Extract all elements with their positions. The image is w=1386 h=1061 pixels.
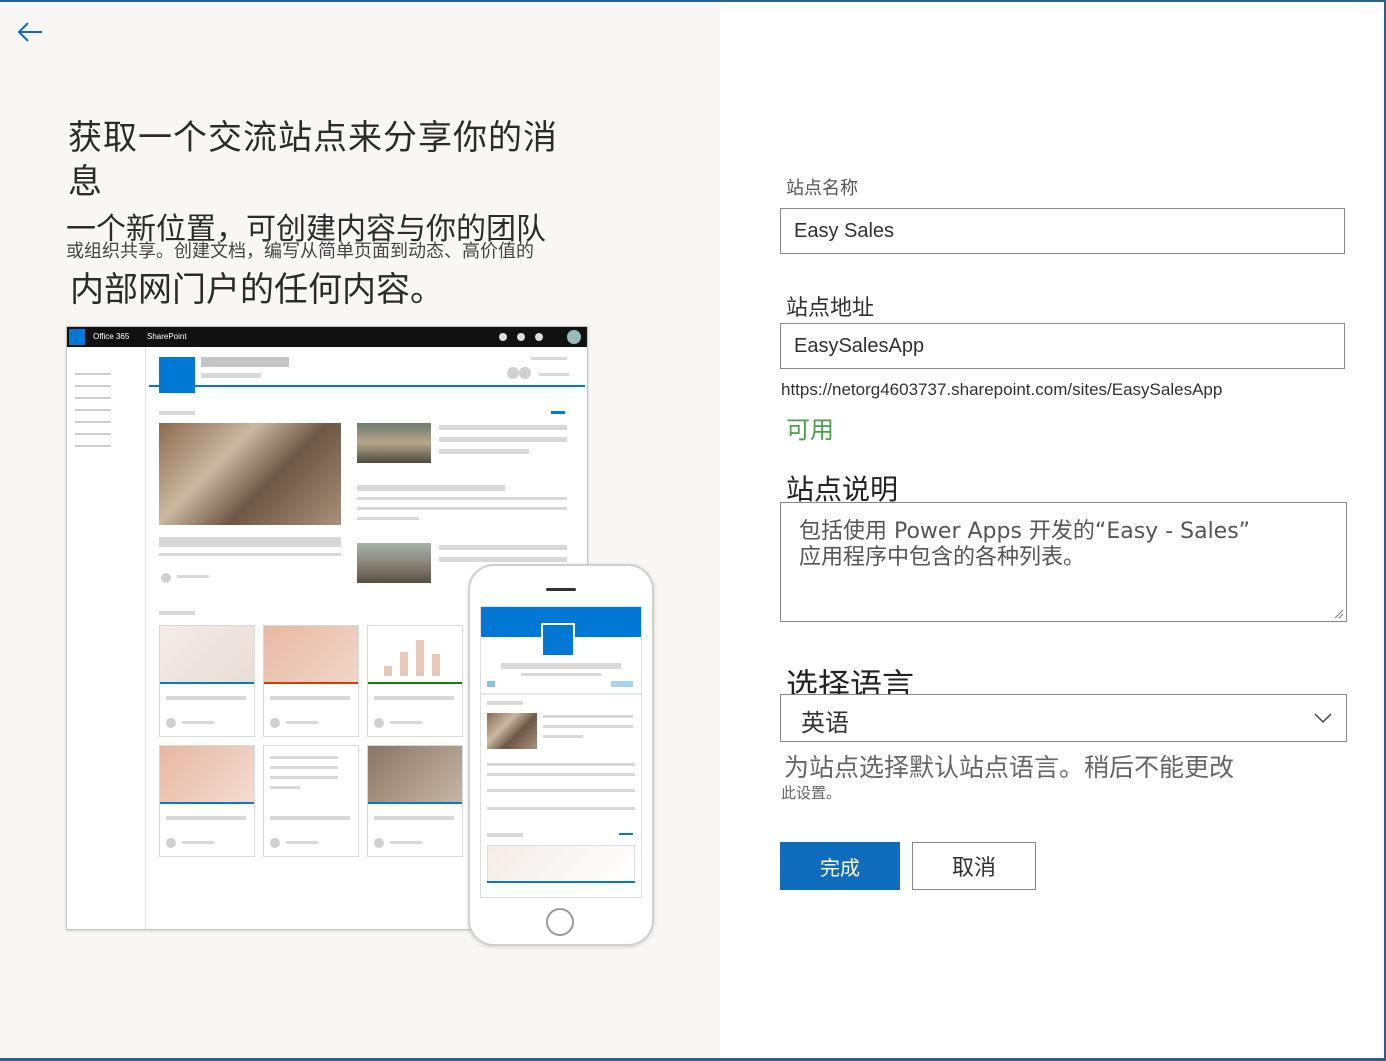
- phone-site-logo: [541, 623, 575, 657]
- nav-line: [75, 397, 111, 399]
- cancel-button[interactable]: 取消: [912, 842, 1036, 890]
- phone-screen: [480, 606, 642, 898]
- phone-card: [487, 845, 635, 883]
- placeholder-bar: [201, 357, 289, 367]
- placeholder-bar: [439, 449, 529, 454]
- placeholder-bar: [357, 517, 419, 520]
- hero-photo: [159, 423, 341, 525]
- placeholder-bar: [439, 545, 567, 550]
- placeholder-bar: [159, 537, 341, 547]
- nav-line: [75, 445, 111, 447]
- placeholder-dot: [161, 573, 171, 583]
- placeholder-bar: [487, 773, 635, 776]
- header-underline: [149, 385, 585, 387]
- nav-line: [75, 409, 111, 411]
- suite-icon: [499, 333, 507, 341]
- suite-app-name: Office 365: [93, 332, 130, 341]
- placeholder-bar: [201, 373, 261, 378]
- preview-card: [263, 745, 359, 857]
- finish-button[interactable]: 完成: [780, 842, 900, 890]
- placeholder-bar: [539, 373, 569, 376]
- placeholder-bar: [487, 833, 523, 837]
- description-line2: 应用程序中包含的各种列表。: [799, 545, 1086, 570]
- site-name-value: Easy Sales: [794, 220, 895, 242]
- placeholder-bar: [551, 411, 565, 414]
- site-address-input[interactable]: EasySalesApp: [780, 323, 1345, 369]
- back-arrow-icon[interactable]: [14, 16, 46, 48]
- placeholder-dot: [519, 367, 531, 379]
- language-selected-value: 英语: [801, 709, 849, 737]
- placeholder-bar: [357, 485, 505, 491]
- preview-left-nav: [67, 347, 146, 929]
- suite-bar: Office 365 SharePoint: [67, 327, 587, 347]
- news-photo: [357, 423, 431, 463]
- waffle-icon: [69, 329, 85, 345]
- preview-card: [367, 625, 463, 737]
- suite-icon: [517, 333, 525, 341]
- phone-speaker: [546, 588, 576, 591]
- language-hint-line2: 此设置。: [781, 784, 842, 802]
- placeholder-bar: [531, 357, 567, 360]
- preview-card: [263, 625, 359, 737]
- phone-photo: [487, 713, 537, 749]
- placeholder-bar: [159, 611, 195, 615]
- placeholder-bar: [501, 663, 621, 669]
- placeholder-bar: [357, 507, 567, 510]
- placeholder-bar: [487, 807, 635, 810]
- preview-card: [159, 745, 255, 857]
- phone-home-button: [546, 908, 574, 936]
- site-address-value: EasySalesApp: [794, 335, 925, 357]
- placeholder-bar: [481, 693, 641, 695]
- panel-desc-line2: 或组织共享。创建文档，编写从简单页面到动态、高价值的: [66, 241, 534, 262]
- site-logo-placeholder: [159, 357, 195, 393]
- placeholder-bar: [487, 881, 635, 883]
- avatar: [567, 330, 581, 344]
- phone-mockup: [468, 564, 654, 946]
- placeholder-bar: [439, 425, 567, 430]
- placeholder-bar: [543, 735, 583, 738]
- site-preview-illustration: Office 365 SharePoint: [66, 326, 656, 946]
- chevron-down-icon: [1314, 713, 1332, 724]
- placeholder-bar: [439, 557, 567, 562]
- placeholder-dot: [507, 367, 519, 379]
- placeholder-bar: [159, 411, 195, 415]
- preview-card: [159, 625, 255, 737]
- site-url-preview: https://netorg4603737.sharepoint.com/sit…: [781, 380, 1223, 399]
- placeholder-bar: [487, 681, 495, 687]
- placeholder-bar: [487, 789, 635, 792]
- resize-grip-icon[interactable]: [1332, 607, 1344, 619]
- site-description-textarea[interactable]: 包括使用 Power Apps 开发的“Easy - Sales” 应用程序中包…: [780, 502, 1347, 622]
- nav-line: [75, 373, 111, 375]
- placeholder-bar: [487, 701, 523, 705]
- nav-line: [75, 433, 111, 435]
- placeholder-bar: [177, 575, 209, 578]
- preview-card: [367, 745, 463, 857]
- placeholder-bar: [619, 833, 633, 835]
- news-photo: [357, 543, 431, 583]
- suite-product-name: SharePoint: [147, 332, 187, 341]
- placeholder-bar: [543, 725, 633, 728]
- nav-line: [75, 421, 111, 423]
- placeholder-bar: [159, 553, 341, 556]
- availability-status: 可用: [786, 416, 834, 444]
- panel-headline: 获取一个交流站点来分享你的消息: [68, 118, 558, 202]
- panel-desc-line3: 内部网门户的任何内容。: [70, 270, 444, 310]
- nav-line: [75, 385, 111, 387]
- placeholder-bar: [357, 497, 567, 500]
- site-address-label: 站点地址: [786, 296, 875, 321]
- placeholder-bar: [543, 715, 633, 718]
- placeholder-bar: [439, 437, 567, 442]
- site-name-label: 站点名称: [786, 178, 858, 199]
- site-name-input[interactable]: Easy Sales: [780, 208, 1345, 254]
- language-hint-line1: 为站点选择默认站点语言。稍后不能更改: [784, 753, 1235, 782]
- placeholder-bar: [611, 681, 633, 687]
- placeholder-bar: [487, 763, 635, 766]
- placeholder-bar: [521, 673, 601, 676]
- language-dropdown[interactable]: 英语: [780, 694, 1347, 742]
- suite-icon: [535, 333, 543, 341]
